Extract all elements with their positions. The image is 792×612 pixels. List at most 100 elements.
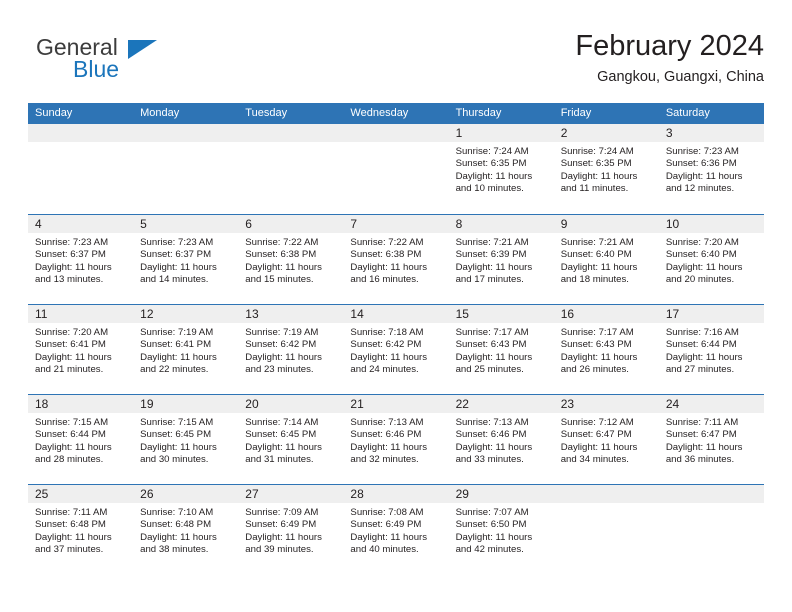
day-number-band: 21 <box>343 395 449 413</box>
day-details: Sunrise: 7:15 AM Sunset: 6:45 PM Daylight:… <box>133 413 238 467</box>
day-details: Sunrise: 7:14 AM Sunset: 6:45 PM Daylight:… <box>238 413 343 467</box>
title-block: February 2024 Gangkou, Guangxi, China <box>575 28 764 88</box>
day-number-band: 1 <box>448 124 554 142</box>
day-cell[interactable]: 8 Sunrise: 7:21 AM Sunset: 6:39 PM Daylight… <box>448 215 554 304</box>
daylight-duration-line1: Daylight: 11 hours <box>455 261 533 273</box>
day-number: 21 <box>350 397 364 411</box>
sunset-time: Sunset: 6:47 PM <box>665 429 737 441</box>
daylight-duration-line1: Daylight: 11 hours <box>140 531 217 543</box>
day-cell[interactable]: 16 Sunrise: 7:17 AM Sunset: 6:43 PM Dayligh… <box>553 305 659 394</box>
daylight-duration-line2: and 27 minutes. <box>665 364 735 376</box>
sunset-time: Sunset: 6:50 PM <box>455 519 527 531</box>
day-cell[interactable]: 3 Sunrise: 7:23 AM Sunset: 6:36 PM Daylight… <box>658 124 764 214</box>
day-cell[interactable]: 26 Sunrise: 7:10 AM Sunset: 6:48 PM Dayligh… <box>133 485 239 574</box>
daylight-duration-line2: and 30 minutes. <box>140 454 209 466</box>
day-cell[interactable]: 12 Sunrise: 7:19 AM Sunset: 6:41 PM Dayligh… <box>133 305 239 394</box>
daylight-duration-line2: and 11 minutes. <box>560 183 629 195</box>
calendar-week-row: 1 Sunrise: 7:24 AM Sunset: 6:35 PM Daylight… <box>28 124 764 214</box>
day-cell[interactable]: 29 Sunrise: 7:07 AM Sunset: 6:50 PM Dayligh… <box>448 485 554 574</box>
day-number-band: 3 <box>658 124 764 142</box>
day-cell[interactable]: 6 Sunrise: 7:22 AM Sunset: 6:38 PM Daylight… <box>238 215 344 304</box>
day-number-band: 23 <box>553 395 659 413</box>
daylight-duration-line1: Daylight: 11 hours <box>35 441 112 453</box>
daylight-duration-line2: and 36 minutes. <box>665 454 735 466</box>
sunrise-time: Sunrise: 7:13 AM <box>350 417 424 428</box>
sunrise-time: Sunrise: 7:22 AM <box>245 237 319 248</box>
daylight-duration-line2: and 26 minutes. <box>560 364 629 376</box>
day-cell[interactable]: 22 Sunrise: 7:13 AM Sunset: 6:46 PM Dayligh… <box>448 395 554 484</box>
sunset-time: Sunset: 6:37 PM <box>140 249 212 261</box>
day-cell-empty <box>658 485 764 574</box>
day-number-band: 22 <box>448 395 554 413</box>
day-cell[interactable]: 18 Sunrise: 7:15 AM Sunset: 6:44 PM Dayligh… <box>28 395 134 484</box>
day-number: 14 <box>350 307 364 321</box>
day-cell-empty <box>133 124 239 214</box>
day-cell[interactable]: 11 Sunrise: 7:20 AM Sunset: 6:41 PM Dayligh… <box>28 305 134 394</box>
day-cell[interactable]: 17 Sunrise: 7:16 AM Sunset: 6:44 PM Dayligh… <box>658 305 764 394</box>
daylight-duration-line1: Daylight: 11 hours <box>455 170 533 182</box>
sunrise-time: Sunrise: 7:17 AM <box>455 327 529 338</box>
day-number-band: 4 <box>28 215 134 233</box>
day-number: 6 <box>245 217 252 231</box>
day-details: Sunrise: 7:17 AM Sunset: 6:43 PM Daylight:… <box>449 323 554 377</box>
day-cell[interactable]: 23 Sunrise: 7:12 AM Sunset: 6:47 PM Dayligh… <box>553 395 659 484</box>
sunset-time: Sunset: 6:47 PM <box>560 429 632 441</box>
day-details: Sunrise: 7:19 AM Sunset: 6:42 PM Daylight:… <box>238 323 343 377</box>
day-details: Sunrise: 7:21 AM Sunset: 6:40 PM Daylight:… <box>554 233 659 287</box>
brand-logo[interactable]: General Blue <box>36 34 256 92</box>
calendar-week-row: 4 Sunrise: 7:23 AM Sunset: 6:37 PM Daylight… <box>28 214 764 304</box>
daylight-duration-line2: and 40 minutes. <box>350 544 419 556</box>
day-cell[interactable]: 4 Sunrise: 7:23 AM Sunset: 6:37 PM Daylight… <box>28 215 134 304</box>
day-cell[interactable]: 15 Sunrise: 7:17 AM Sunset: 6:43 PM Dayligh… <box>448 305 554 394</box>
day-cell[interactable]: 2 Sunrise: 7:24 AM Sunset: 6:35 PM Daylight… <box>553 124 659 214</box>
day-cell[interactable]: 13 Sunrise: 7:19 AM Sunset: 6:42 PM Dayligh… <box>238 305 344 394</box>
day-cell[interactable]: 28 Sunrise: 7:08 AM Sunset: 6:49 PM Dayligh… <box>343 485 449 574</box>
day-cell[interactable]: 24 Sunrise: 7:11 AM Sunset: 6:47 PM Dayligh… <box>658 395 764 484</box>
day-number-band <box>553 485 659 503</box>
calendar-page: General Blue February 2024 Gangkou, Guan… <box>0 0 792 612</box>
day-cell[interactable]: 9 Sunrise: 7:21 AM Sunset: 6:40 PM Daylight… <box>553 215 659 304</box>
day-cell[interactable]: 25 Sunrise: 7:11 AM Sunset: 6:48 PM Dayligh… <box>28 485 134 574</box>
day-cell[interactable]: 27 Sunrise: 7:09 AM Sunset: 6:49 PM Dayligh… <box>238 485 344 574</box>
sunrise-time: Sunrise: 7:24 AM <box>560 146 634 157</box>
sunrise-time: Sunrise: 7:21 AM <box>455 237 529 248</box>
page-title: February 2024 <box>575 30 764 62</box>
sunset-time: Sunset: 6:48 PM <box>140 519 212 531</box>
day-cell[interactable]: 7 Sunrise: 7:22 AM Sunset: 6:38 PM Daylight… <box>343 215 449 304</box>
sunset-time: Sunset: 6:43 PM <box>455 339 527 351</box>
daylight-duration-line2: and 13 minutes. <box>35 274 104 286</box>
day-number: 20 <box>245 397 259 411</box>
day-cell[interactable]: 14 Sunrise: 7:18 AM Sunset: 6:42 PM Dayligh… <box>343 305 449 394</box>
day-cell[interactable]: 1 Sunrise: 7:24 AM Sunset: 6:35 PM Daylight… <box>448 124 554 214</box>
daylight-duration-line1: Daylight: 11 hours <box>35 261 112 273</box>
day-cell[interactable]: 5 Sunrise: 7:23 AM Sunset: 6:37 PM Daylight… <box>133 215 239 304</box>
sunset-time: Sunset: 6:38 PM <box>350 249 422 261</box>
day-number: 4 <box>35 217 42 231</box>
day-number: 27 <box>245 487 259 501</box>
day-details: Sunrise: 7:21 AM Sunset: 6:39 PM Daylight:… <box>449 233 554 287</box>
weekday-header-thursday: Thursday <box>455 107 502 119</box>
day-cell[interactable]: 10 Sunrise: 7:20 AM Sunset: 6:40 PM Dayligh… <box>658 215 764 304</box>
day-cell[interactable]: 20 Sunrise: 7:14 AM Sunset: 6:45 PM Dayligh… <box>238 395 344 484</box>
day-number-band: 28 <box>343 485 449 503</box>
sunset-time: Sunset: 6:36 PM <box>665 158 737 170</box>
day-number-band <box>343 124 449 142</box>
day-number-band: 17 <box>658 305 764 323</box>
day-number-band: 25 <box>28 485 134 503</box>
day-details: Sunrise: 7:11 AM Sunset: 6:48 PM Daylight:… <box>28 503 133 557</box>
daylight-duration-line2: and 33 minutes. <box>455 454 524 466</box>
day-details: Sunrise: 7:12 AM Sunset: 6:47 PM Daylight:… <box>554 413 659 467</box>
sunrise-time: Sunrise: 7:08 AM <box>350 507 424 518</box>
day-details: Sunrise: 7:13 AM Sunset: 6:46 PM Daylight:… <box>343 413 448 467</box>
day-cell[interactable]: 19 Sunrise: 7:15 AM Sunset: 6:45 PM Dayligh… <box>133 395 239 484</box>
day-details: Sunrise: 7:24 AM Sunset: 6:35 PM Daylight:… <box>449 142 554 196</box>
day-number-band: 9 <box>553 215 659 233</box>
day-number-band: 7 <box>343 215 449 233</box>
day-number-band: 6 <box>238 215 344 233</box>
day-number-band <box>658 485 764 503</box>
day-details: Sunrise: 7:13 AM Sunset: 6:46 PM Daylight:… <box>449 413 554 467</box>
sunrise-time: Sunrise: 7:16 AM <box>665 327 739 338</box>
day-cell[interactable]: 21 Sunrise: 7:13 AM Sunset: 6:46 PM Dayligh… <box>343 395 449 484</box>
day-number-band <box>28 124 134 142</box>
daylight-duration-line2: and 21 minutes. <box>35 364 104 376</box>
